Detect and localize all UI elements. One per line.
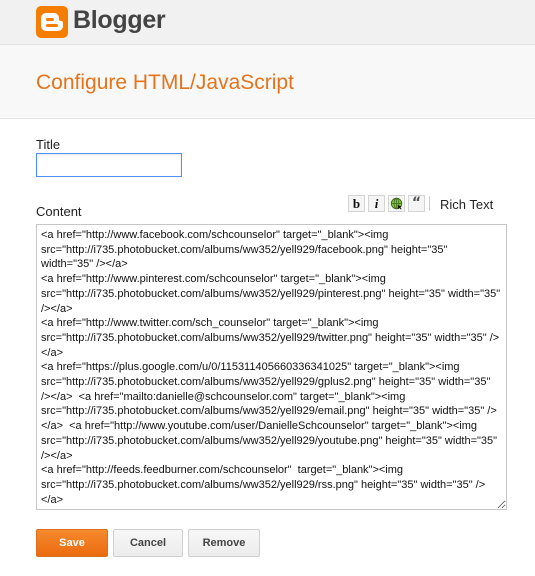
content-textarea[interactable]: <a href="http://www.facebook.com/schcoun… <box>36 224 507 510</box>
bold-button[interactable]: b <box>348 195 365 212</box>
title-input[interactable] <box>36 153 182 177</box>
cancel-button[interactable]: Cancel <box>113 529 183 557</box>
brand-name[interactable]: Blogger <box>73 6 166 35</box>
save-button[interactable]: Save <box>36 529 108 557</box>
blogger-logo-icon[interactable] <box>36 6 68 38</box>
insert-link-button[interactable] <box>388 195 405 212</box>
remove-button[interactable]: Remove <box>188 529 260 557</box>
page-title: Configure HTML/JavaScript <box>36 71 294 94</box>
toolbar-divider <box>429 196 430 211</box>
link-globe-icon <box>390 197 403 210</box>
title-label: Title <box>36 137 61 152</box>
italic-button[interactable]: i <box>368 195 385 212</box>
rich-text-tab[interactable]: Rich Text <box>440 197 493 212</box>
content-label: Content <box>36 204 82 219</box>
blockquote-button[interactable]: “ <box>408 195 425 212</box>
top-bar: Blogger <box>0 0 535 45</box>
